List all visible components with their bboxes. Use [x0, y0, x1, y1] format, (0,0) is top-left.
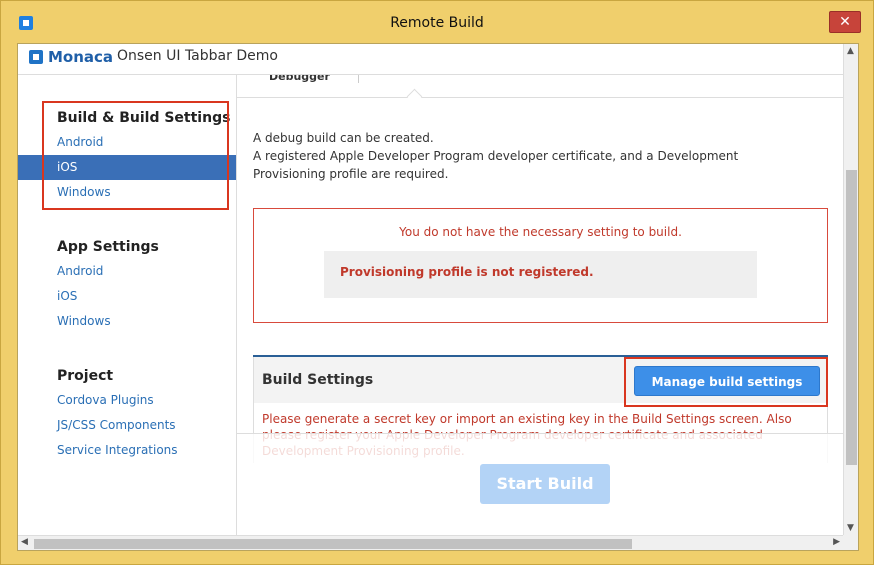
highlight-box: [624, 357, 828, 407]
tab-caret: [406, 88, 423, 105]
sidebar: Build & Build Settings Android iOS Windo…: [18, 75, 237, 535]
start-build-button[interactable]: Start Build: [480, 464, 610, 504]
tab-divider: [358, 75, 359, 83]
sidebar-item-service-integrations[interactable]: Service Integrations: [18, 438, 236, 463]
scrollbar-corner: [843, 535, 858, 550]
warning-box: You do not have the necessary setting to…: [253, 208, 828, 323]
main-content: Debugger A debug build can be created. A…: [237, 75, 843, 535]
description: A debug build can be created. A register…: [253, 129, 738, 183]
warning-detail: Provisioning profile is not registered.: [340, 265, 594, 279]
build-settings-title: Build Settings: [262, 372, 374, 388]
footer-bar: Start Build: [237, 433, 843, 535]
scroll-right-icon[interactable]: ▶: [833, 537, 840, 547]
description-line: A registered Apple Developer Program dev…: [253, 149, 739, 163]
sidebar-item-app-ios[interactable]: iOS: [18, 284, 236, 309]
title-bar[interactable]: Remote Build ✕: [1, 1, 873, 43]
sidebar-item-js-css-components[interactable]: JS/CSS Components: [18, 413, 236, 438]
vertical-scroll-thumb[interactable]: [846, 170, 857, 465]
sidebar-section-title: Project: [57, 368, 114, 384]
sidebar-item-cordova-plugins[interactable]: Cordova Plugins: [18, 388, 236, 413]
scroll-left-icon[interactable]: ◀: [21, 537, 28, 547]
app-header: Monaca Onsen UI Tabbar Demo: [18, 44, 843, 75]
scroll-up-icon[interactable]: ▲: [847, 46, 854, 56]
sidebar-item-app-android[interactable]: Android: [18, 259, 236, 284]
description-line: A debug build can be created.: [253, 131, 434, 145]
logo-text: Monaca: [48, 48, 114, 66]
client-area: Monaca Onsen UI Tabbar Demo Build & Buil…: [17, 43, 859, 551]
tab-debugger[interactable]: Debugger: [269, 75, 330, 83]
scroll-down-icon[interactable]: ▼: [847, 523, 854, 533]
sidebar-item-app-windows[interactable]: Windows: [18, 309, 236, 334]
app-window: Remote Build ✕ Monaca Onsen UI Tabbar De…: [0, 0, 874, 565]
window-title: Remote Build: [390, 15, 484, 31]
highlight-box: [42, 101, 229, 210]
sidebar-section-title: App Settings: [57, 239, 159, 255]
horizontal-scrollbar[interactable]: ◀ ▶: [18, 535, 843, 550]
warning-text: You do not have the necessary setting to…: [399, 225, 682, 239]
vertical-scrollbar[interactable]: ▲ ▼: [843, 44, 858, 535]
project-name: Onsen UI Tabbar Demo: [117, 48, 278, 64]
close-button[interactable]: ✕: [829, 11, 861, 33]
horizontal-scroll-thumb[interactable]: [34, 539, 632, 549]
tab-underline: [237, 97, 843, 98]
description-line: Provisioning profile are required.: [253, 167, 449, 181]
warning-detail-box: Provisioning profile is not registered.: [324, 251, 757, 298]
monaca-logo-icon: [29, 50, 43, 64]
